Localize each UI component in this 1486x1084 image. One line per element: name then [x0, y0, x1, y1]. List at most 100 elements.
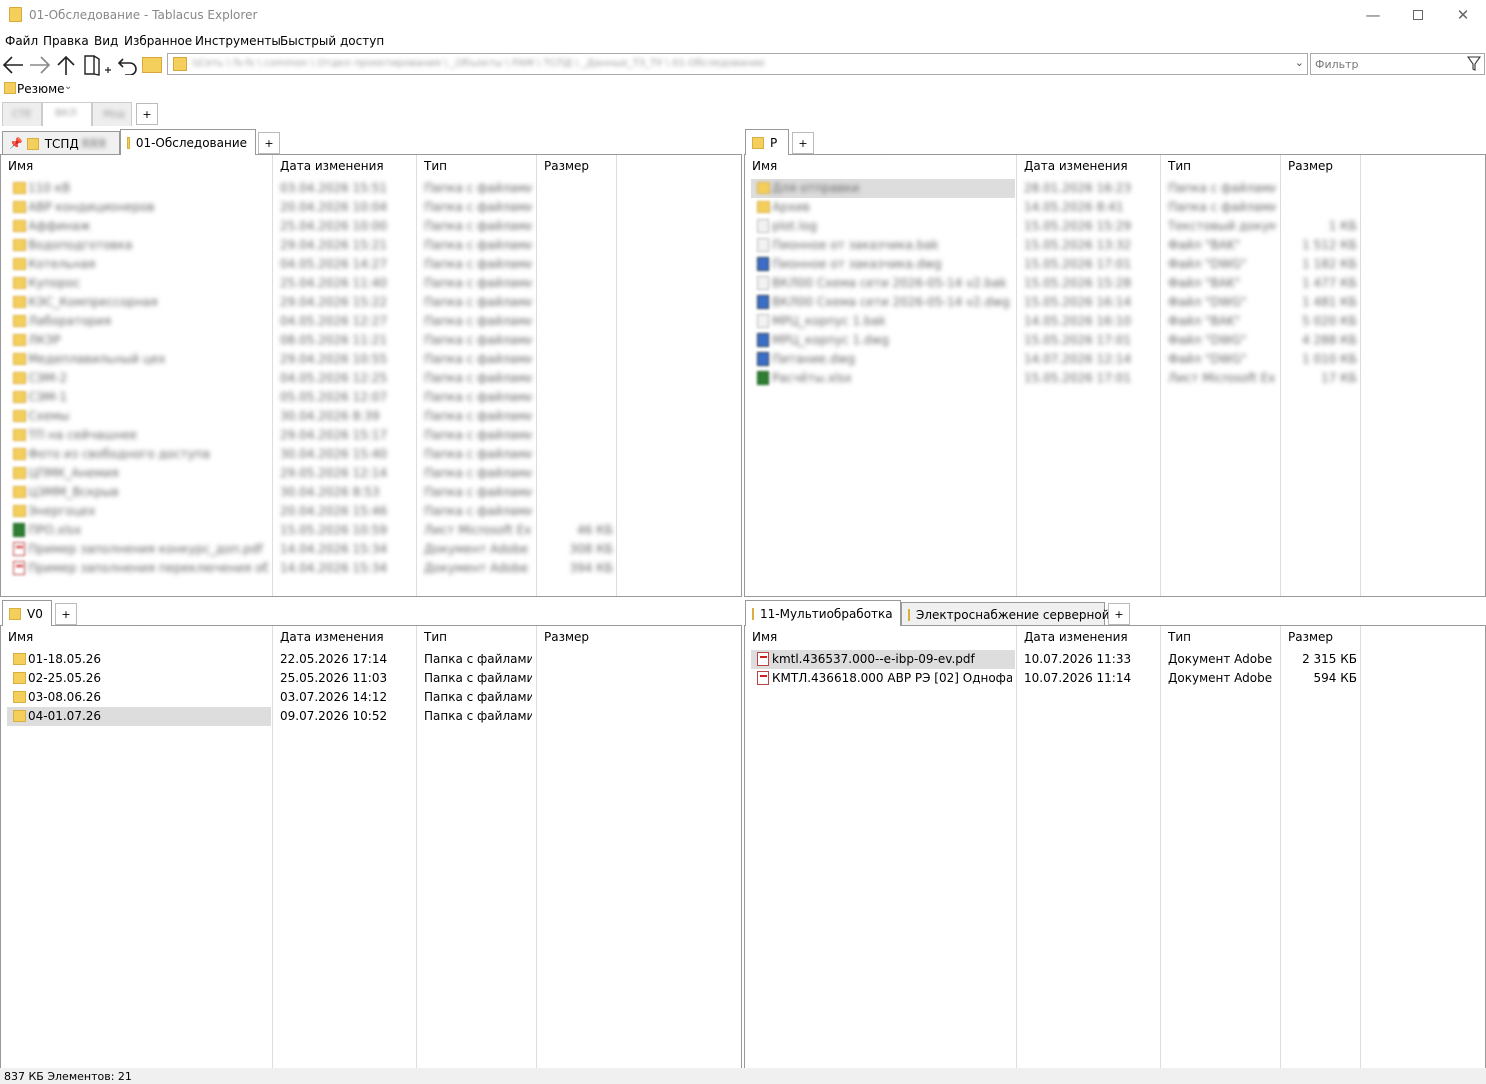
column-size[interactable]: Размер: [544, 159, 589, 173]
column-date[interactable]: Дата изменения: [1024, 159, 1128, 173]
open-folder-button[interactable]: [141, 53, 163, 77]
folder-row[interactable]: СЭМ-1 05.05.2026 12:07 Папка с файлами: [1, 388, 741, 407]
up-button[interactable]: [54, 53, 78, 77]
group-tab[interactable]: СТЕ: [2, 102, 42, 126]
folder-row[interactable]: КЭС_Компрессорная 29.04.2026 15:22 Папка с…: [1, 293, 741, 312]
folder-row[interactable]: Фото из свободного доступа 30.04.2026 15:…: [1, 445, 741, 464]
menu-edit[interactable]: Правка: [43, 34, 89, 48]
add-group-button[interactable]: +: [136, 103, 158, 125]
tab-tspd[interactable]: 📌 ТСПД ЯЯЯ: [2, 131, 120, 155]
column-name[interactable]: Имя: [752, 630, 777, 644]
column-name[interactable]: Имя: [752, 159, 777, 173]
column-name[interactable]: Имя: [8, 630, 33, 644]
folder-row[interactable]: ТП на сейчашнее 29.04.2026 15:17 Папка с ф…: [1, 426, 741, 445]
column-date[interactable]: Дата изменения: [280, 630, 384, 644]
menu-tools[interactable]: Инструменты: [195, 34, 281, 48]
folder-icon: [13, 372, 26, 384]
favorite-resume[interactable]: Резюме: [17, 82, 65, 96]
add-tab-button[interactable]: +: [55, 603, 77, 625]
file-list-top-right[interactable]: Имя ⌃ Дата изменения Тип Размер Для отпр…: [744, 154, 1486, 597]
file-list-bottom-right[interactable]: Имя ⌃ Дата изменения Тип Размер kmtl.436…: [744, 625, 1486, 1069]
folder-row[interactable]: ЦЭММ_Вскрыв 30.04.2026 8:53 Папка с файлам…: [1, 483, 741, 502]
column-name[interactable]: Имя: [8, 159, 33, 173]
menu-favorites[interactable]: Избранное: [124, 34, 192, 48]
file-row[interactable]: ВКЛ00 Схема сети 2026-05-14 v2.bak 15.05.…: [745, 274, 1485, 293]
column-size[interactable]: Размер: [544, 630, 589, 644]
group-tab[interactable]: Мод: [92, 102, 132, 126]
close-button[interactable]: ✕: [1440, 0, 1486, 30]
file-row[interactable]: ПРО.xlsx 15.05.2026 10:59 Лист Microsoft E…: [1, 521, 741, 540]
file-row[interactable]: МРЦ_корпус 1.dwg 15.05.2026 17:01 Файл "DW…: [745, 331, 1485, 350]
folder-row[interactable]: Купорос 25.04.2026 11:40 Папка с файлами: [1, 274, 741, 293]
menu-quick-access[interactable]: Быстрый доступ: [280, 34, 384, 48]
column-date[interactable]: Дата изменения: [280, 159, 384, 173]
add-tab-button[interactable]: +: [258, 132, 280, 154]
folder-row[interactable]: АВР кондиционеров 20.04.2026 10:04 Папка с…: [1, 198, 741, 217]
folder-row[interactable]: Водоподготовка 29.04.2026 15:21 Папка с фа…: [1, 236, 741, 255]
chevron-down-icon[interactable]: ⌄: [1295, 56, 1304, 69]
column-size[interactable]: Размер: [1288, 630, 1333, 644]
chevron-down-icon[interactable]: ⌄: [64, 81, 72, 92]
file-row[interactable]: ВКЛ00 Схема сети 2026-05-14 v2.dwg 15.05.…: [745, 293, 1485, 312]
minimize-button[interactable]: —: [1350, 0, 1396, 30]
tab-v0[interactable]: V0: [2, 600, 52, 626]
folder-row[interactable]: Схемы 30.04.2026 8:39 Папка с файлами: [1, 407, 741, 426]
column-date[interactable]: Дата изменения: [1024, 630, 1128, 644]
file-row[interactable]: Пример заполнения переключения обор... 14…: [1, 559, 741, 578]
forward-button[interactable]: [27, 53, 53, 77]
menu-view[interactable]: Вид: [94, 34, 118, 48]
folder-row[interactable]: Архив 14.05.2026 8:41 Папка с файлами: [745, 198, 1485, 217]
filter-input[interactable]: Фильтр: [1315, 58, 1359, 71]
file-row[interactable]: МРЦ_корпус 1.bak 14.05.2026 16:10 Файл "BA…: [745, 312, 1485, 331]
menu-file[interactable]: Файл: [5, 34, 38, 48]
folder-row[interactable]: 03-08.06.26 03.07.2026 14:12 Папка с файла…: [1, 688, 741, 707]
file-list-bottom-left[interactable]: Имя ⌃ Дата изменения Тип Размер 01-18.05…: [0, 625, 742, 1069]
new-tab-button[interactable]: [80, 53, 114, 77]
group-tab[interactable]: ВКЛ: [42, 102, 92, 126]
file-row[interactable]: Пионное от заказчика.bak 15.05.2026 13:32…: [745, 236, 1485, 255]
add-tab-button[interactable]: +: [792, 132, 814, 154]
folder-row[interactable]: Медеплавильный цех 29.04.2026 10:55 Папка …: [1, 350, 741, 369]
folder-row[interactable]: 04-01.07.26 09.07.2026 10:52 Папка с файла…: [1, 707, 741, 726]
file-row[interactable]: Расчёты.xlsx 15.05.2026 17:01 Лист Microso…: [745, 369, 1485, 388]
column-size[interactable]: Размер: [1288, 159, 1333, 173]
file-row[interactable]: Пионное от заказчика.dwg 15.05.2026 17:01…: [745, 255, 1485, 274]
column-type[interactable]: Тип: [1168, 630, 1191, 644]
file-type: Папка с файлами: [424, 466, 532, 480]
file-row[interactable]: Питание.dwg 14.07.2026 12:14 Файл "DWG" 1 0…: [745, 350, 1485, 369]
folder-row[interactable]: 110 кВ 03.04.2026 15:51 Папка с файлами: [1, 179, 741, 198]
folder-row[interactable]: СЭМ-2 04.05.2026 12:25 Папка с файлами: [1, 369, 741, 388]
maximize-button[interactable]: [1395, 0, 1441, 30]
file-type: Папка с файлами: [424, 295, 532, 309]
folder-row[interactable]: Энергоцех 20.04.2026 15:46 Папка с файлами: [1, 502, 741, 521]
column-type[interactable]: Тип: [1168, 159, 1191, 173]
file-type: Папка с файлами: [424, 181, 532, 195]
back-button[interactable]: [0, 53, 26, 77]
column-type[interactable]: Тип: [424, 159, 447, 173]
file-list-top-left[interactable]: Имя ⌃ Дата изменения Тип Размер 110 кВ 03…: [0, 154, 742, 597]
folder-row[interactable]: Лаборатория 04.05.2026 12:27 Папка с файла…: [1, 312, 741, 331]
folder-row[interactable]: ЛКЗР 08.05.2026 11:21 Папка с файлами: [1, 331, 741, 350]
folder-row[interactable]: 01-18.05.26 22.05.2026 17:14 Папка с файла…: [1, 650, 741, 669]
folder-row[interactable]: Аффинаж 25.04.2026 10:00 Папка с файлами: [1, 217, 741, 236]
folder-row[interactable]: ЦПМК_Анемия 29.05.2026 12:14 Папка с файла…: [1, 464, 741, 483]
tab-elektrosnabzhenie[interactable]: Электроснабжение серверной: [901, 602, 1110, 626]
undo-close-button[interactable]: [116, 53, 140, 77]
column-type[interactable]: Тип: [424, 630, 447, 644]
address-path[interactable]: \\Сеть \ fs-fs \ common \ Отдел проектир…: [192, 58, 872, 70]
file-row[interactable]: КМТЛ.436618.000 АВР РЭ [02] Однофазные..…: [745, 669, 1485, 688]
tab-r[interactable]: Р: [745, 129, 789, 155]
address-bar[interactable]: \\Сеть \ fs-fs \ common \ Отдел проектир…: [167, 53, 1308, 75]
file-row[interactable]: Пример заполнения конкурс_доп.pdf 14.04.2…: [1, 540, 741, 559]
tab-11-multiobrabotka[interactable]: 11-Мультиобработка: [745, 600, 901, 626]
folder-row[interactable]: Для отправки 28.01.2026 16:23 Папка с файл…: [745, 179, 1485, 198]
folder-row[interactable]: 02-25.05.26 25.05.2026 11:03 Папка с файла…: [1, 669, 741, 688]
tab-01-obsledovanie[interactable]: 01-Обследование: [120, 129, 256, 155]
file-row[interactable]: kmtl.436537.000--e-ibp-09-ev.pdf 10.07.20…: [745, 650, 1485, 669]
filter-box[interactable]: Фильтр: [1310, 53, 1485, 75]
file-row[interactable]: plot.log 15.05.2026 15:29 Текстовый докум.…: [745, 217, 1485, 236]
add-tab-button[interactable]: +: [1108, 603, 1130, 625]
file-date: 15.05.2026 17:01: [1024, 257, 1132, 271]
file-name: Купорос: [28, 276, 81, 290]
folder-row[interactable]: Котельная 04.05.2026 14:27 Папка с файлами: [1, 255, 741, 274]
